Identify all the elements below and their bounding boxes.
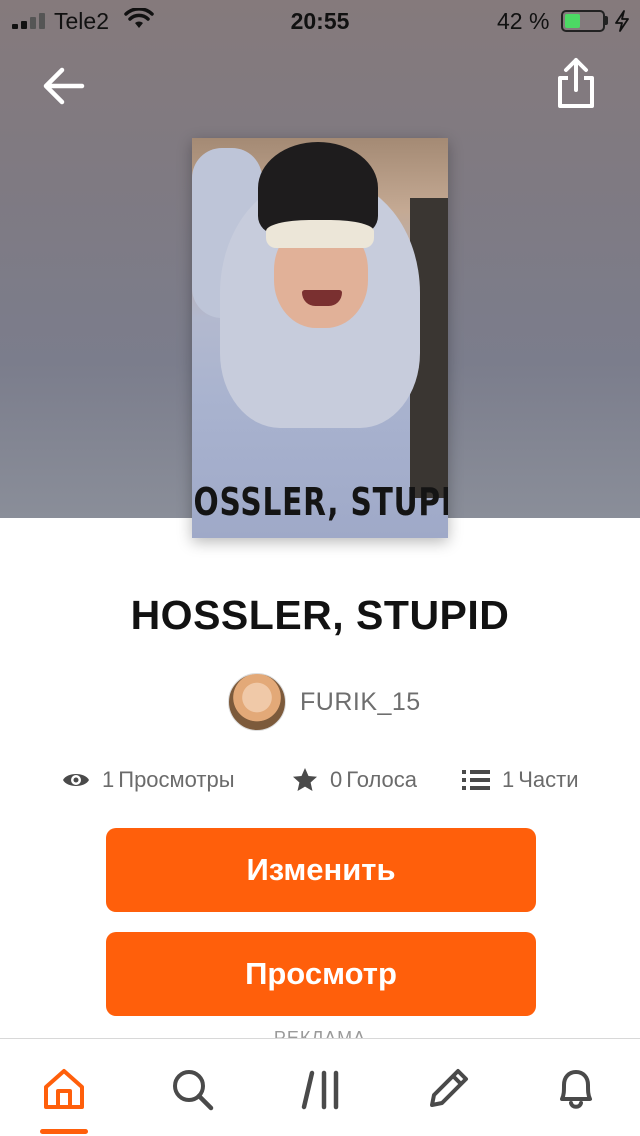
reads-label: Просмотры (118, 767, 235, 792)
eye-icon (63, 774, 89, 786)
status-bar: Tele2 20:55 42 % (0, 0, 640, 42)
search-icon[interactable] (168, 1065, 216, 1113)
parts-label: Части (518, 767, 579, 792)
battery-tip (605, 16, 608, 25)
active-tab-indicator (40, 1129, 88, 1134)
view-button[interactable]: Просмотр (106, 932, 536, 1016)
charging-bolt-icon (615, 10, 629, 32)
author-avatar[interactable] (228, 673, 286, 731)
battery-icon (561, 10, 605, 32)
votes-label: Голоса (346, 767, 417, 792)
story-title: HOSSLER, STUPID (130, 592, 510, 638)
arrow-left-icon[interactable] (38, 60, 90, 112)
cover-art-hair (266, 220, 374, 248)
bottom-tab-bar (0, 1038, 640, 1136)
story-stats: 1 Просмотры 0 Голоса 1 Части (0, 762, 640, 798)
battery-level-fill (565, 14, 580, 28)
library-icon[interactable] (298, 1065, 346, 1113)
votes-count: 0 (330, 767, 343, 792)
votes-stat: 0 Голоса (292, 762, 417, 798)
parts-stat: 1 Части (462, 762, 579, 798)
reads-count: 1 (102, 767, 115, 792)
pencil-icon[interactable] (424, 1065, 472, 1113)
battery-percentage: 42 % (497, 8, 550, 34)
reads-stat: 1 Просмотры (62, 762, 235, 798)
edit-button[interactable]: Изменить (106, 828, 536, 912)
cover-art-mouth (302, 290, 342, 306)
star-icon (293, 768, 317, 791)
author-row[interactable]: FURIK_15 (228, 672, 421, 732)
list-icon (462, 770, 490, 790)
home-icon[interactable] (40, 1065, 88, 1113)
parts-count: 1 (502, 767, 515, 792)
share-icon[interactable] (552, 56, 600, 112)
author-name[interactable]: FURIK_15 (300, 688, 421, 717)
bell-icon[interactable] (552, 1065, 600, 1113)
cover-title-text: OSSLER, STUPID (193, 480, 448, 524)
story-cover[interactable]: OSSLER, STUPID (192, 138, 448, 538)
